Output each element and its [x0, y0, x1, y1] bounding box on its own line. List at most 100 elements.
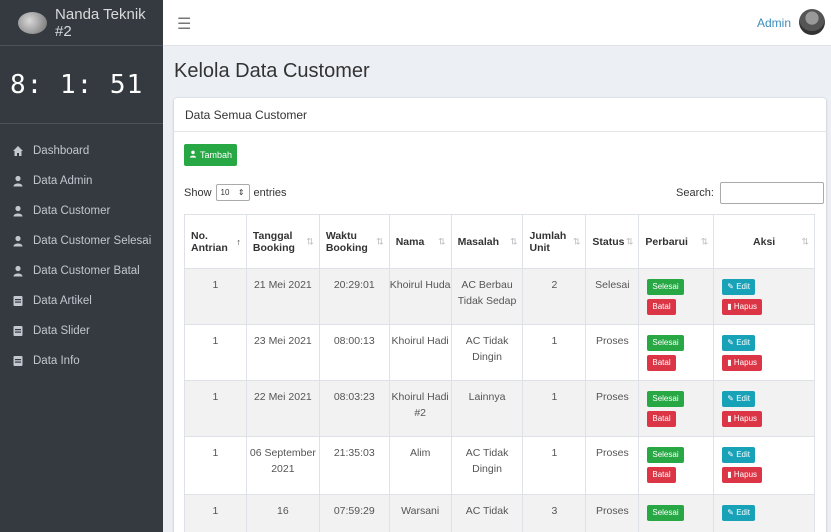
cell-no: 1	[184, 268, 247, 325]
column-header-tanggal-booking[interactable]: Tanggal Booking ⇅	[245, 214, 320, 269]
sidebar-item-data-artikel[interactable]: Data Artikel	[0, 286, 163, 316]
column-header-nama[interactable]: Nama ⇅	[388, 214, 452, 269]
cell-jumlah: 3	[522, 494, 587, 532]
sidebar-item-data-slider[interactable]: Data Slider	[0, 316, 163, 346]
document-icon	[12, 355, 24, 367]
user-icon	[12, 235, 24, 247]
selesai-button[interactable]: Selesai	[647, 447, 684, 463]
cell-nama: Khoirul Hadi	[388, 324, 452, 381]
selesai-button[interactable]: Selesai	[647, 279, 684, 295]
cell-masalah: Lainnya	[450, 380, 524, 437]
sort-asc-icon: ↑	[236, 236, 241, 247]
batal-button[interactable]: Batal	[647, 467, 676, 483]
cell-jumlah: 1	[522, 324, 587, 381]
cell-tanggal: 22 Mei 2021	[245, 380, 320, 437]
avatar[interactable]	[799, 9, 825, 35]
cell-no: 1	[184, 494, 247, 532]
table-row: 1 21 Mei 2021 20:29:01 Khoirul Huda AC B…	[184, 268, 815, 325]
hapus-button[interactable]: ▮ Hapus	[722, 355, 763, 371]
table-row: 1 22 Mei 2021 08:03:23 Khoirul Hadi #2 L…	[184, 380, 815, 437]
sidebar-item-data-info[interactable]: Data Info	[0, 346, 163, 376]
cell-jumlah: 2	[522, 268, 587, 325]
sidebar-item-label: Data Customer Batal	[33, 265, 140, 277]
brand[interactable]: Nanda Teknik #2	[0, 0, 163, 46]
search-input[interactable]	[719, 182, 824, 204]
column-header-perbarui[interactable]: Perbarui ⇅	[638, 214, 715, 269]
trash-icon: ▮	[727, 414, 732, 423]
cell-status: Proses	[585, 324, 640, 381]
user-icon	[12, 175, 24, 187]
cell-waktu: 21:35:03	[318, 436, 390, 495]
brand-logo	[18, 11, 48, 34]
user-name-link[interactable]: Admin	[757, 16, 791, 30]
cell-status: Proses	[585, 436, 640, 495]
edit-button[interactable]: ✎ Edit	[722, 335, 755, 351]
sidebar-item-dashboard[interactable]: Dashboard	[0, 136, 163, 166]
card-title: Data Semua Customer	[174, 98, 826, 132]
batal-button[interactable]: Batal	[647, 355, 676, 371]
column-header-masalah[interactable]: Masalah ⇅	[450, 214, 524, 269]
batal-button[interactable]: Batal	[647, 299, 676, 315]
cell-masalah: AC Tidak Dingin	[450, 436, 524, 495]
add-customer-button[interactable]: Tambah	[184, 144, 238, 166]
cell-tanggal: 23 Mei 2021	[245, 324, 320, 381]
trash-icon: ▮	[727, 470, 732, 479]
entries-select[interactable]: 10 ⇕	[215, 184, 250, 201]
selesai-button[interactable]: Selesai	[647, 505, 684, 521]
customer-table: No. Antrian ↑ Tanggal Booking ⇅ Waktu Book…	[184, 214, 815, 532]
edit-button[interactable]: ✎ Edit	[722, 391, 755, 407]
hapus-button[interactable]: ▮ Hapus	[722, 411, 763, 427]
cell-jumlah: 1	[522, 436, 587, 495]
sidebar: Nanda Teknik #2 8: 1: 51 Dashboard Data …	[0, 0, 163, 532]
batal-button[interactable]: Batal	[647, 411, 676, 427]
sort-icon: ⇅	[438, 236, 446, 246]
edit-button[interactable]: ✎ Edit	[722, 279, 755, 295]
sidebar-item-data-customer-batal[interactable]: Data Customer Batal	[0, 256, 163, 286]
cell-aksi: ✎ Edit ▮ Hapus	[713, 436, 815, 495]
cell-aksi: ✎ Edit ▮ Hapus	[713, 268, 815, 325]
table-row: 1 23 Mei 2021 08:00:13 Khoirul Hadi AC T…	[184, 324, 815, 381]
document-icon	[12, 295, 24, 307]
sidebar-item-data-admin[interactable]: Data Admin	[0, 166, 163, 196]
sidebar-item-data-customer-selesai[interactable]: Data Customer Selesai	[0, 226, 163, 256]
column-header-aksi[interactable]: Aksi ⇅	[713, 214, 815, 269]
cell-perbarui: Selesai	[638, 494, 715, 532]
selesai-button[interactable]: Selesai	[647, 335, 684, 351]
sort-icon: ⇅	[306, 236, 314, 246]
cell-perbarui: Selesai Batal	[638, 380, 715, 437]
column-header-jumlah-unit[interactable]: Jumlah Unit ⇅	[522, 214, 587, 269]
cell-tanggal: 06 September 2021	[245, 436, 320, 495]
hapus-button[interactable]: ▮ Hapus	[722, 299, 763, 315]
cell-masalah: AC Tidak	[450, 494, 524, 532]
edit-button[interactable]: ✎ Edit	[722, 447, 755, 463]
entries-label: entries	[253, 186, 287, 199]
sidebar-item-label: Dashboard	[33, 145, 90, 157]
menu-toggle-icon[interactable]: ☰	[177, 14, 191, 34]
sort-icon: ⇅	[625, 236, 634, 246]
selesai-button[interactable]: Selesai	[647, 391, 684, 407]
sidebar-item-label: Data Customer Selesai	[33, 235, 152, 247]
column-header-waktu-booking[interactable]: Waktu Booking ⇅	[318, 214, 390, 269]
cell-aksi: ✎ Edit	[713, 494, 815, 532]
document-icon	[12, 325, 24, 337]
cell-perbarui: Selesai Batal	[638, 324, 715, 381]
cell-perbarui: Selesai Batal	[638, 436, 715, 495]
column-header-status[interactable]: Status ⇅	[585, 214, 640, 269]
customer-card: Data Semua Customer Tambah Show 10 ⇕ ent…	[174, 98, 826, 532]
cell-status: Proses	[585, 494, 640, 532]
hapus-button[interactable]: ▮ Hapus	[722, 467, 763, 483]
cell-status: Proses	[585, 380, 640, 437]
sidebar-menu: Dashboard Data Admin Data Customer Data …	[0, 124, 163, 376]
clock: 8: 1: 51	[0, 46, 163, 124]
sidebar-item-data-customer[interactable]: Data Customer	[0, 196, 163, 226]
table-row: 1 16 07:59:29 Warsani AC Tidak 3 Proses …	[184, 494, 815, 532]
edit-button[interactable]: ✎ Edit	[722, 505, 755, 521]
column-header-no-antrian[interactable]: No. Antrian ↑	[184, 214, 247, 269]
page-title: Kelola Data Customer	[174, 60, 370, 82]
cell-masalah: AC Tidak Dingin	[450, 324, 524, 381]
cell-tanggal: 16	[245, 494, 320, 532]
sidebar-item-label: Data Info	[33, 355, 80, 367]
cell-nama: Alim	[388, 436, 452, 495]
sort-icon: ⇅	[572, 236, 581, 246]
trash-icon: ▮	[727, 358, 732, 367]
